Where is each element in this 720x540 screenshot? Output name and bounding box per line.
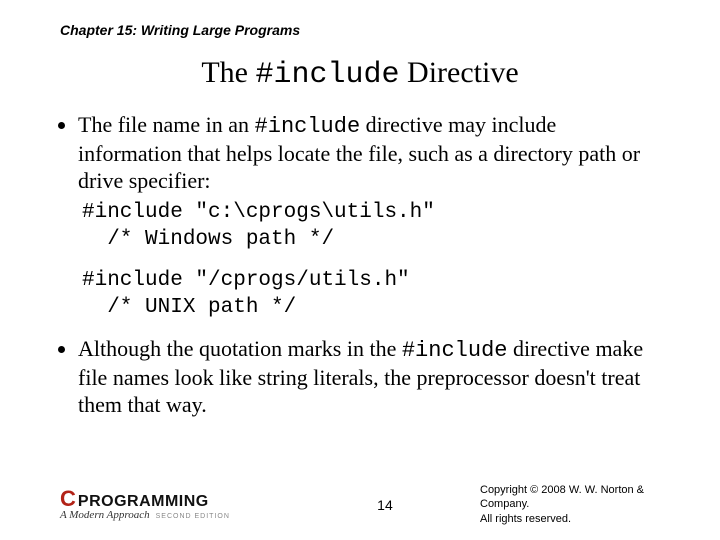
slide-title: The #include Directive <box>60 56 660 92</box>
code2-line1: #include "/cprogs/utils.h" <box>82 269 410 292</box>
code2-line2: /* UNIX path */ <box>82 296 296 319</box>
footer: C PROGRAMMING A Modern Approach SECOND E… <box>60 483 680 526</box>
code1-line1: #include "c:\cprogs\utils.h" <box>82 201 435 224</box>
logo-sub-row: A Modern Approach SECOND EDITION <box>60 510 230 521</box>
bullet2-code: #include <box>402 338 508 363</box>
bullet1-text-a: The file name in an <box>78 112 255 137</box>
logo-word: PROGRAMMING <box>78 494 209 510</box>
title-code: #include <box>256 58 400 92</box>
copyright-line1: Copyright © 2008 W. W. Norton & Company. <box>480 483 680 512</box>
page-number: 14 <box>377 497 393 513</box>
slide: Chapter 15: Writing Large Programs The #… <box>0 0 720 540</box>
bullet-list: The file name in an #include directive m… <box>60 112 660 194</box>
bullet-list-2: Although the quotation marks in the #inc… <box>60 336 660 418</box>
bullet1-code: #include <box>255 114 361 139</box>
code1-line2: /* Windows path */ <box>82 228 334 251</box>
copyright: Copyright © 2008 W. W. Norton & Company.… <box>480 483 680 526</box>
chapter-header: Chapter 15: Writing Large Programs <box>60 22 660 38</box>
bullet-1: The file name in an #include directive m… <box>78 112 660 194</box>
logo-c-letter: C <box>60 488 76 510</box>
bullet-2: Although the quotation marks in the #inc… <box>78 336 660 418</box>
logo-subtitle: A Modern Approach <box>60 510 150 521</box>
code-block-windows: #include "c:\cprogs\utils.h" /* Windows … <box>82 200 660 254</box>
code-block-unix: #include "/cprogs/utils.h" /* UNIX path … <box>82 268 660 322</box>
title-text-pre: The <box>201 56 255 89</box>
copyright-line2: All rights reserved. <box>480 512 680 526</box>
logo-top: C PROGRAMMING <box>60 488 230 510</box>
bullet2-text-a: Although the quotation marks in the <box>78 336 402 361</box>
title-text-post: Directive <box>400 56 519 89</box>
logo-edition: SECOND EDITION <box>156 513 230 520</box>
book-logo: C PROGRAMMING A Modern Approach SECOND E… <box>60 488 230 521</box>
